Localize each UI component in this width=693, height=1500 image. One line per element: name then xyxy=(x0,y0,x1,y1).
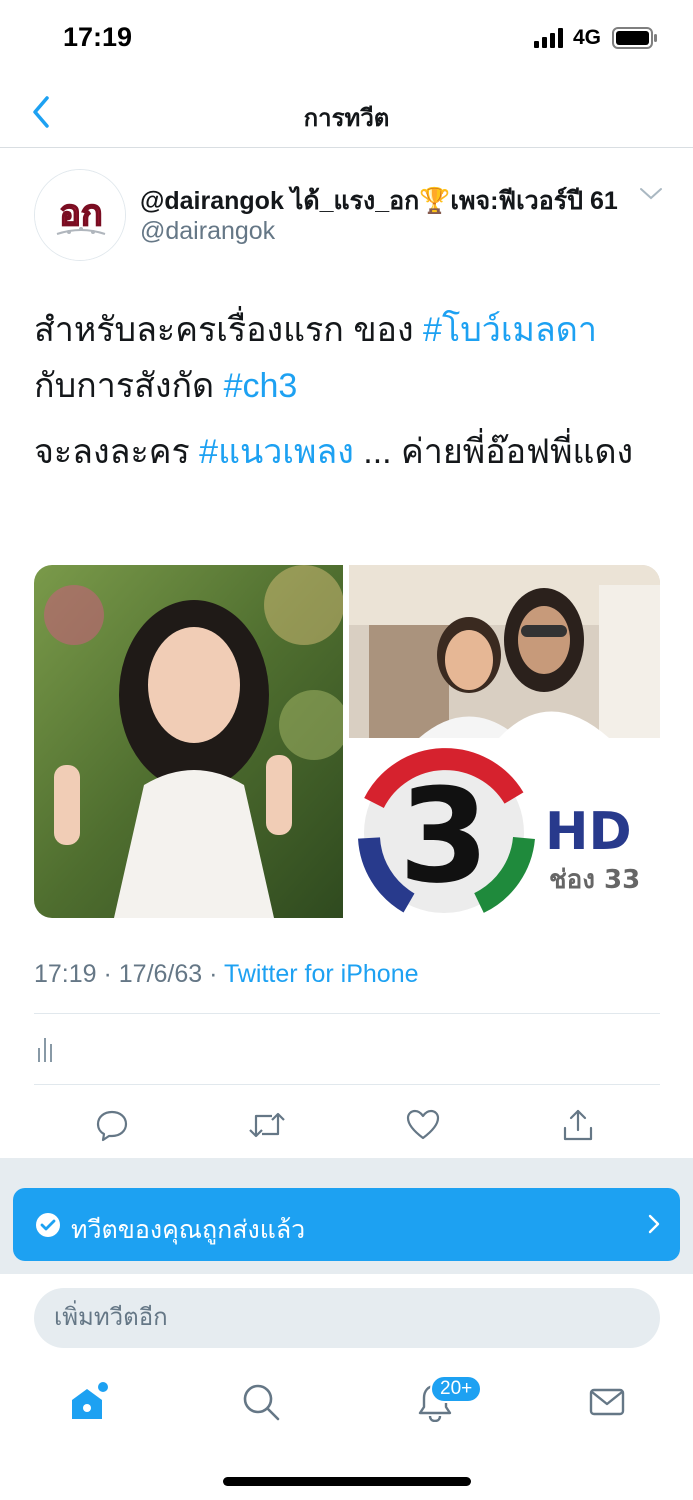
channel-sub: ช่อง 33 xyxy=(549,865,640,895)
tab-search[interactable] xyxy=(233,1374,289,1430)
status-time: 17:19 xyxy=(63,22,133,52)
tab-home[interactable] xyxy=(60,1374,116,1430)
network-type: 4G xyxy=(573,26,602,49)
username[interactable]: @dairangok xyxy=(140,217,275,246)
retweet-button[interactable] xyxy=(242,1100,292,1150)
nav-header: การทวีต xyxy=(0,78,693,148)
status-bar: 17:19 4G xyxy=(0,0,693,78)
chevron-down-icon[interactable] xyxy=(638,186,664,202)
channel-hd: HD xyxy=(545,802,632,862)
divider xyxy=(34,1013,660,1014)
media-grid: 3 HD ช่อง 33 xyxy=(34,565,660,918)
like-icon xyxy=(406,1109,440,1140)
notification-badge: 20+ xyxy=(430,1375,483,1403)
messages-icon xyxy=(589,1388,625,1416)
tweet-meta: 17:19 · 17/6/63 · Twitter for iPhone xyxy=(34,960,419,989)
tweet-timestamp: 17:19 · 17/6/63 · xyxy=(34,960,224,988)
photo-couple[interactable] xyxy=(349,565,660,738)
photo-woman[interactable] xyxy=(34,565,349,918)
reply-icon xyxy=(96,1110,128,1142)
tweet-text-line3: จะลงละคร xyxy=(34,433,200,471)
banner-text: ทวีตของคุณถูกส่งแล้ว xyxy=(71,1216,306,1244)
battery-icon xyxy=(612,27,657,49)
hashtag-link[interactable]: #ch3 xyxy=(224,367,298,405)
hashtag-link[interactable]: #โบว์เมลดา xyxy=(423,311,597,349)
home-icon xyxy=(72,1382,108,1419)
home-indicator xyxy=(223,1477,471,1486)
channel-number: 3 xyxy=(399,760,489,912)
tweet-text-line3-rest: ... ค่ายพี่อ๊อฟพี่แดง xyxy=(353,433,634,471)
share-icon xyxy=(563,1109,593,1141)
tweet-actions xyxy=(0,1100,693,1150)
divider xyxy=(34,1084,660,1085)
tab-bar xyxy=(0,1362,693,1442)
tweet-paragraph-1: สำหรับละครเรื่องแรก ของ #โบว์เมลดา กับกา… xyxy=(34,302,664,414)
tweet-text-line1: สำหรับละครเรื่องแรก ของ xyxy=(34,311,424,349)
reply-input[interactable] xyxy=(34,1288,660,1348)
channel-3-logo[interactable]: 3 HD ช่อง 33 xyxy=(349,743,660,918)
avatar[interactable]: อก xyxy=(34,169,126,261)
analytics-icon[interactable] xyxy=(36,1036,56,1062)
tweet-sent-banner[interactable]: ทวีตของคุณถูกส่งแล้ว xyxy=(13,1188,680,1261)
signal-icon xyxy=(534,28,563,48)
tweet-paragraph-2: จะลงละคร #แนวเพลง ... ค่ายพี่อ๊อฟพี่แดง xyxy=(34,424,664,480)
search-icon xyxy=(243,1384,280,1421)
display-name[interactable]: @dairangok ได้_แรง_อก🏆เพจ:ฟีเวอร์ปี 61 xyxy=(140,181,618,221)
avatar-logo: อก xyxy=(35,170,125,260)
retweet-icon xyxy=(249,1112,285,1138)
like-button[interactable] xyxy=(398,1100,448,1150)
tweet-text-line2: กับการสังกัด xyxy=(34,367,224,405)
page-title: การทวีต xyxy=(303,105,390,132)
reply-button[interactable] xyxy=(87,1100,137,1150)
tweet-text: สำหรับละครเรื่องแรก ของ #โบว์เมลดา กับกา… xyxy=(34,302,664,490)
chevron-right-icon xyxy=(648,1214,660,1234)
tab-messages[interactable] xyxy=(579,1374,635,1430)
hashtag-link[interactable]: #แนวเพลง xyxy=(199,433,354,471)
tweet-source-link[interactable]: Twitter for iPhone xyxy=(224,960,419,988)
share-button[interactable] xyxy=(553,1100,603,1150)
check-circle-icon xyxy=(36,1213,60,1237)
